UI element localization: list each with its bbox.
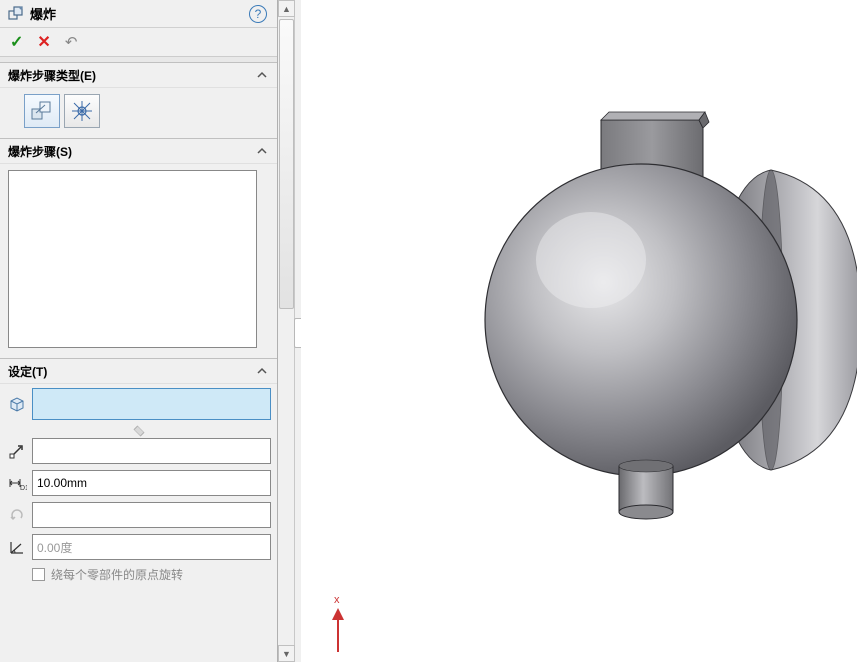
- panel-title-text: 爆炸: [30, 4, 56, 23]
- type-linear-button[interactable]: [24, 94, 60, 128]
- help-icon[interactable]: ?: [249, 5, 267, 23]
- svg-text:D1: D1: [20, 485, 27, 492]
- section-header-settings[interactable]: 设定(T): [0, 358, 277, 384]
- section-header-steps[interactable]: 爆炸步骤(S): [0, 138, 277, 164]
- distance-field[interactable]: [32, 470, 271, 496]
- chevron-up-icon: [255, 144, 269, 158]
- settings-body: D1: [0, 384, 277, 662]
- type-button-row: [0, 88, 277, 138]
- rotate-each-checkbox[interactable]: [32, 568, 45, 581]
- ok-button[interactable]: ✓: [10, 32, 23, 52]
- chevron-up-icon: [255, 68, 269, 82]
- rotate-each-row[interactable]: 绕每个零部件的原点旋转: [6, 566, 271, 583]
- slider-handle-icon[interactable]: [133, 426, 145, 432]
- rotation-dir-icon: [6, 504, 28, 526]
- angle-field[interactable]: [32, 534, 271, 560]
- model-render: [301, 0, 857, 662]
- 3d-viewport[interactable]: x: [301, 0, 857, 662]
- undo-button[interactable]: ↶: [65, 33, 78, 51]
- explode-icon: [6, 4, 26, 24]
- section-label-type: 爆炸步骤类型(E): [8, 67, 96, 84]
- chevron-up-icon: [255, 364, 269, 378]
- section-label-settings: 设定(T): [8, 363, 47, 380]
- view-axis-triad: x: [327, 596, 357, 656]
- axis-label-x: x: [334, 594, 340, 606]
- component-icon: [6, 393, 28, 415]
- steps-listbox[interactable]: [8, 170, 257, 348]
- angle-icon: [6, 536, 28, 558]
- cancel-button[interactable]: ✕: [37, 32, 50, 52]
- section-header-type[interactable]: 爆炸步骤类型(E): [0, 62, 277, 88]
- component-field[interactable]: [32, 388, 271, 420]
- panel-scrollbar[interactable]: ▲ ▼: [278, 0, 295, 662]
- type-radial-button[interactable]: [64, 94, 100, 128]
- confirm-row: ✓ ✕ ↶: [0, 28, 277, 56]
- panel-title-row: 爆炸 ?: [0, 0, 277, 28]
- distance-icon: D1: [6, 472, 28, 494]
- scroll-track[interactable]: [278, 17, 294, 645]
- scroll-thumb[interactable]: [279, 19, 294, 309]
- rotation-direction-field[interactable]: [32, 502, 271, 528]
- direction-field[interactable]: [32, 438, 271, 464]
- rotate-each-label: 绕每个零部件的原点旋转: [51, 566, 183, 583]
- scroll-up-icon[interactable]: ▲: [278, 0, 295, 17]
- axis-line: [337, 616, 339, 652]
- property-panel: 爆炸 ? ✓ ✕ ↶ 爆炸步骤类型(E): [0, 0, 278, 662]
- section-label-steps: 爆炸步骤(S): [8, 143, 72, 160]
- direction-icon: [6, 440, 28, 462]
- scroll-down-icon[interactable]: ▼: [278, 645, 295, 662]
